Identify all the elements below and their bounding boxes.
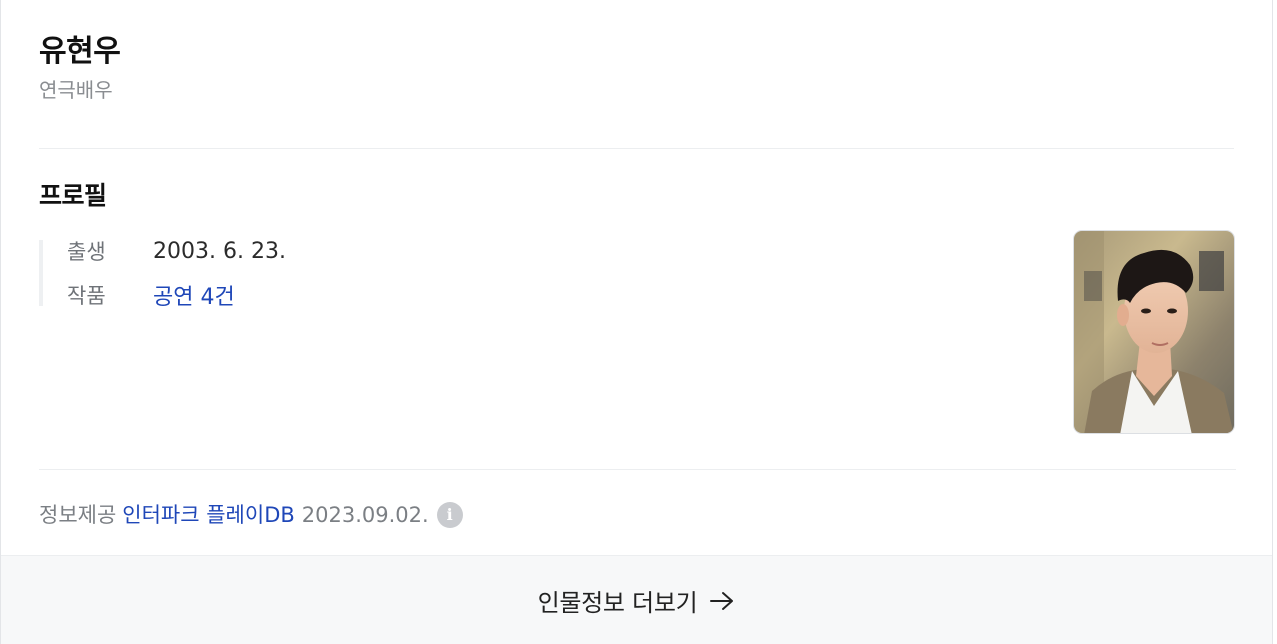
source-line: 정보제공 인터파크 플레이DB 2023.09.02. i	[39, 499, 463, 531]
source-divider	[39, 469, 1236, 470]
arrow-right-icon	[709, 590, 735, 612]
person-info-card: 유현우 연극배우 프로필 출생 2003. 6. 23. 작품 공연 4건 정보…	[0, 0, 1273, 644]
person-header: 유현우 연극배우	[39, 30, 121, 102]
works-link[interactable]: 공연 4건	[153, 279, 235, 311]
info-icon[interactable]: i	[436, 502, 463, 528]
birth-label: 출생	[67, 240, 106, 264]
person-name: 유현우	[39, 34, 121, 69]
birth-value: 2003. 6. 23.	[153, 238, 286, 264]
profile-section-title: 프로필	[39, 181, 107, 210]
more-info-button[interactable]: 인물정보 더보기	[1, 555, 1272, 644]
header-divider	[39, 148, 1234, 149]
source-provider-link[interactable]: 인터파크 플레이DB	[122, 499, 295, 531]
profile-row-birth: 출생 2003. 6. 23.	[67, 238, 286, 265]
profile-list: 출생 2003. 6. 23. 작품 공연 4건	[39, 238, 286, 310]
person-occupation: 연극배우	[39, 78, 113, 102]
works-label: 작품	[67, 284, 106, 308]
more-info-label: 인물정보 더보기	[537, 589, 698, 617]
profile-row-works: 작품 공연 4건	[67, 284, 286, 310]
source-date: 2023.09.02.	[301, 503, 429, 527]
profile-photo[interactable]	[1073, 230, 1235, 434]
source-prefix: 정보제공	[39, 503, 117, 527]
